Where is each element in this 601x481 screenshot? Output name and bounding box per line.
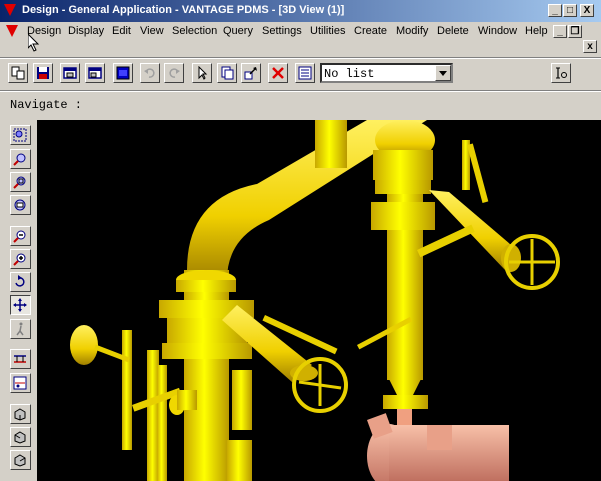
blue-window-icon [116,66,130,80]
close-button[interactable]: X [580,4,594,17]
zoom-button[interactable] [10,149,31,169]
title-bar: Design - General Application - VANTAGE P… [0,0,601,22]
maximize-button[interactable]: □ [563,4,577,17]
blue-window-button[interactable] [113,63,133,83]
menu-display[interactable]: Display [68,25,104,37]
piping-model [70,120,560,481]
undo-icon [144,68,155,78]
move-icon [244,67,257,80]
zoom-icon [13,153,26,166]
save-button[interactable] [33,63,53,83]
redo-icon [169,68,180,78]
new-element-button[interactable] [8,63,28,83]
list-select-dropdown[interactable] [435,65,451,81]
pan-icon [13,298,27,312]
walk-icon [16,322,24,336]
menu-query[interactable]: Query [223,25,253,37]
zoom-out-button[interactable] [10,226,31,246]
input-icon [556,67,567,79]
navigate-label: Navigate : [10,98,83,112]
list-icon [298,66,312,80]
navigate-toolbar [0,120,37,481]
iso-view-2-icon [14,431,26,444]
copy-button[interactable] [217,63,237,83]
zoom-out-icon [13,230,26,243]
iso-view-3-button[interactable] [10,450,31,470]
menu-settings[interactable]: Settings [262,25,302,37]
mdi-restore-button[interactable]: ❐ [568,25,582,38]
open-window-button[interactable] [60,63,80,83]
window-title: Design - General Application - VANTAGE P… [22,4,345,16]
limits-button[interactable] [10,349,31,369]
limits-icon [14,355,26,363]
clip-edit-button[interactable] [10,373,31,393]
zoom-in-icon [13,253,26,266]
menu-create[interactable]: Create [354,25,387,37]
list-button[interactable] [295,63,315,83]
iso-view-2-button[interactable] [10,427,31,447]
navigate-divider [0,90,601,92]
zoom-window-icon [13,128,27,142]
menu-view[interactable]: View [140,25,164,37]
move-button[interactable] [241,63,261,83]
iso-view-3-icon [14,454,26,467]
pointer-button[interactable] [192,63,212,83]
minimize-button[interactable]: _ [548,4,562,17]
document-icon[interactable] [6,25,18,37]
walk-button[interactable] [10,319,31,339]
list-select-value: No list [324,67,375,81]
window-icon [88,67,102,79]
iso-view-1-button[interactable] [10,404,31,424]
rotate-button[interactable] [10,272,31,292]
mdi-close-button[interactable]: x [583,40,597,53]
iso-view-1-icon [14,408,26,421]
delete-icon [272,67,284,79]
zoom-limits-button[interactable] [10,172,31,192]
rotate-icon [15,275,25,287]
menu-utilities[interactable]: Utilities [310,25,345,37]
save-icon [37,67,49,79]
menu-window[interactable]: Window [478,25,517,37]
chevron-down-icon [439,71,447,76]
toolbar-divider [0,57,601,59]
window-button[interactable] [85,63,105,83]
mdi-minimize-button[interactable]: _ [553,25,567,38]
menu-selection[interactable]: Selection [172,25,217,37]
undo-button[interactable] [140,63,160,83]
open-window-icon [63,67,77,79]
menu-help[interactable]: Help [525,25,548,37]
3d-viewport[interactable] [37,120,601,481]
pan-button[interactable] [10,295,31,315]
view-settings-button[interactable] [10,195,31,215]
clip-edit-icon [13,376,27,390]
copy-icon [221,66,234,80]
zoom-in-button[interactable] [10,249,31,269]
input-button[interactable] [551,63,571,83]
menu-edit[interactable]: Edit [112,25,131,37]
menu-bar: Design Display Edit View Selection Query… [0,22,601,53]
redo-button[interactable] [164,63,184,83]
new-element-icon [11,66,25,80]
mouse-cursor-icon [28,34,40,52]
delete-button[interactable] [268,63,288,83]
menu-modify[interactable]: Modify [396,25,428,37]
pointer-icon [198,66,208,80]
zoom-window-button[interactable] [10,125,31,145]
pdms-logo-icon [4,4,16,16]
view-settings-icon [14,199,26,211]
list-select[interactable]: No list [320,63,453,83]
zoom-limits-icon [13,176,26,189]
menu-delete[interactable]: Delete [437,25,469,37]
